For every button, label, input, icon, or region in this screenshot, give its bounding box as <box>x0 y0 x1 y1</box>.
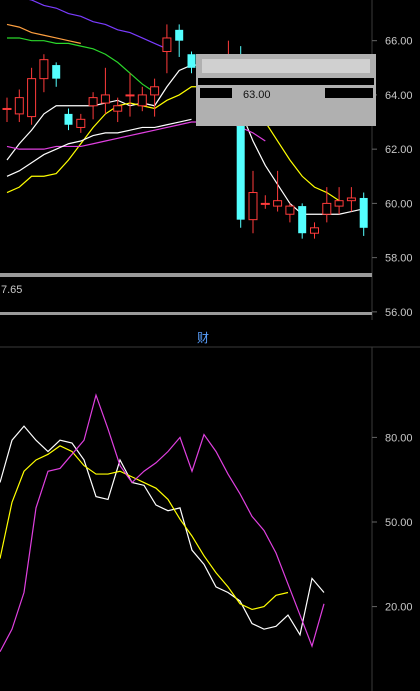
candle-body <box>273 200 283 207</box>
candle-body <box>125 94 135 97</box>
candle-body <box>310 227 319 234</box>
candle-body <box>298 206 307 234</box>
candle-body <box>137 94 147 107</box>
price-ma-line-4 <box>28 0 168 50</box>
osc-tick-label: 20.00 <box>385 602 413 614</box>
stock-chart[interactable]: 56.00 58.00 60.00 62.00 64.00 66.00 7.65 财 63… <box>0 0 420 691</box>
volume-separator-bar <box>0 273 372 277</box>
price-tick-label: 64.00 <box>385 90 413 102</box>
candle-body <box>14 97 24 115</box>
candle-body <box>334 200 344 207</box>
candle-body <box>359 197 368 228</box>
tooltip-box: 63.00 <box>196 54 376 126</box>
price-tick-label: 60.00 <box>385 198 413 210</box>
tab-finance[interactable]: 财 <box>197 331 209 345</box>
volume-separator-bar-2 <box>0 312 372 315</box>
candle-body <box>2 107 12 110</box>
osc-line-1 <box>0 445 289 611</box>
candle-body <box>322 202 332 215</box>
price-ma-line-2 <box>6 121 266 150</box>
price-tick-label: 66.00 <box>385 36 413 48</box>
tooltip-value: 63.00 <box>243 89 271 101</box>
oscillator-axis-labels: 20.00 50.00 80.00 <box>385 432 413 613</box>
candle-body <box>187 54 196 68</box>
candle-body <box>162 37 172 53</box>
candle-body <box>150 86 160 96</box>
candle-body <box>88 97 98 107</box>
candle-body <box>285 205 295 215</box>
price-tick-label: 62.00 <box>385 144 413 156</box>
candle-body <box>260 202 270 205</box>
candle-body <box>52 65 61 79</box>
candle-body <box>248 192 258 221</box>
candle-body <box>76 118 86 128</box>
osc-line-2 <box>0 393 325 653</box>
osc-tick-label: 80.00 <box>385 432 413 444</box>
price-tick-label: 58.00 <box>385 253 413 265</box>
price-tick-label: 56.00 <box>385 307 413 319</box>
price-axis-labels: 56.00 58.00 60.00 62.00 64.00 66.00 <box>385 36 413 319</box>
osc-tick-label: 50.00 <box>385 517 413 529</box>
oscillator-lines <box>0 393 325 653</box>
candle-body <box>64 113 73 125</box>
oscillator-panel-grid <box>372 436 377 608</box>
candle-body <box>100 94 110 104</box>
candle-body <box>27 78 37 118</box>
left-truncated-value: 7.65 <box>1 284 22 296</box>
candle-body <box>113 105 123 112</box>
candle-body <box>346 197 356 202</box>
candle-body <box>39 59 49 80</box>
candle-body <box>175 29 184 41</box>
